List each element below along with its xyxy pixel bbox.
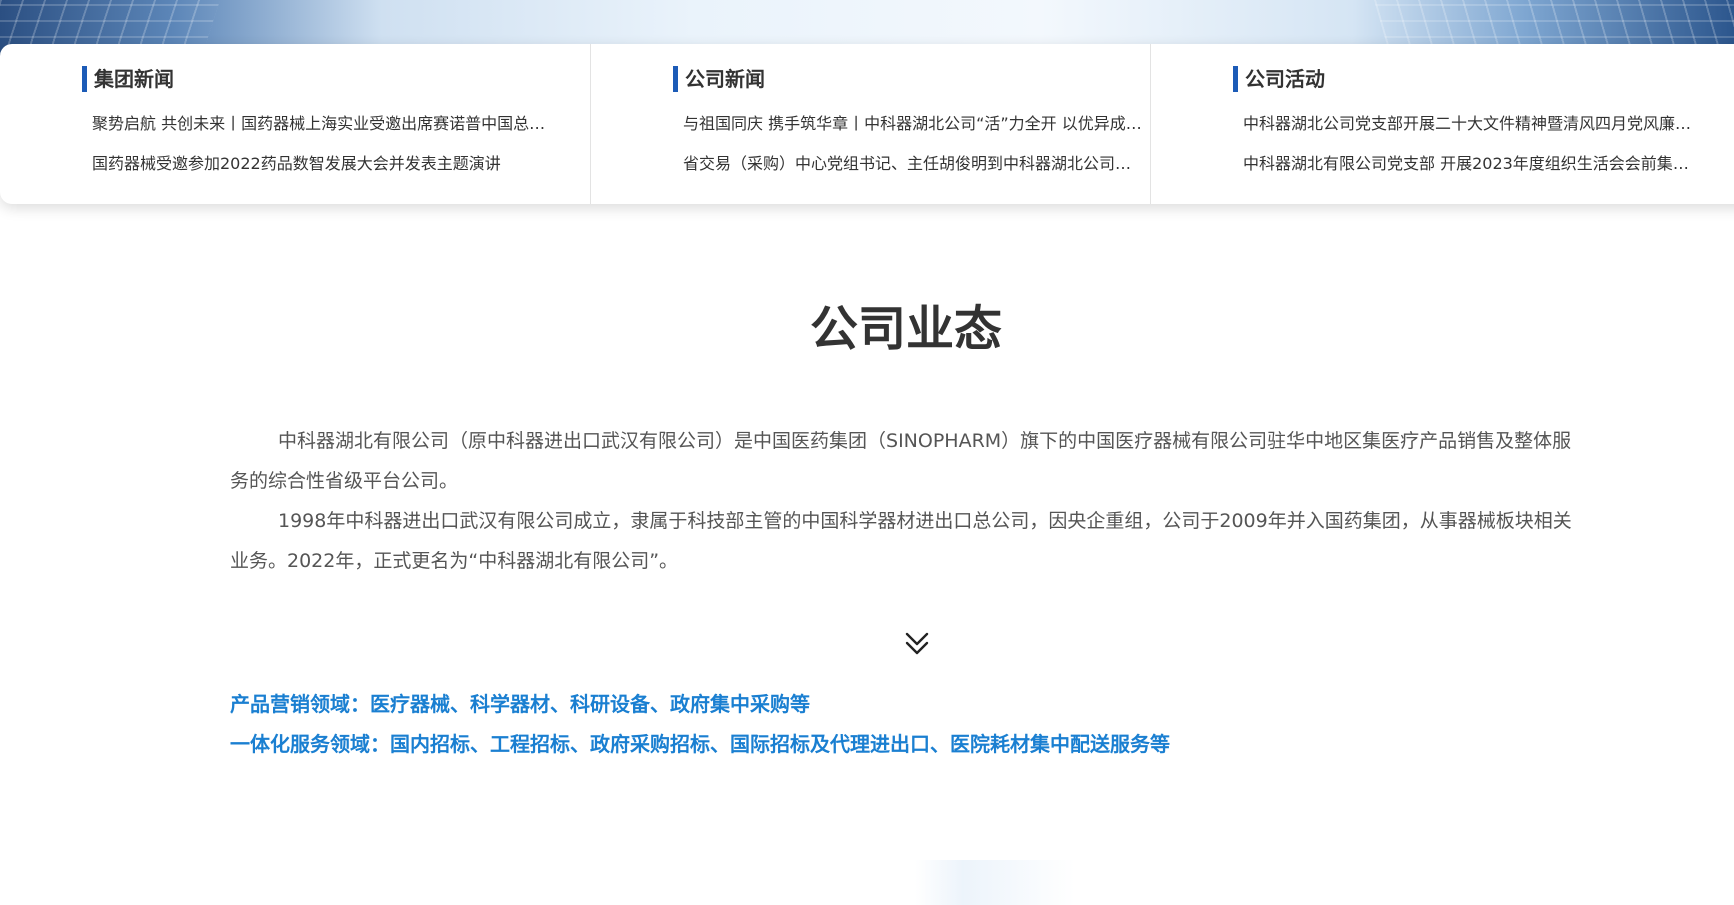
service-line-integrated: 一体化服务领域：国内招标、工程招标、政府采购招标、国际招标及代理进出口、医院耗材… xyxy=(230,732,1170,756)
news-link[interactable]: 省交易（采购）中心党组书记、主任胡俊明到中科器湖北公司调研指导 xyxy=(683,153,1143,175)
news-link[interactable]: 中科器湖北公司党支部开展二十大文件精神暨清风四月党风廉政警示教育 xyxy=(1243,113,1703,135)
page: 集团新闻 聚势启航 共创未来丨国药器械上海实业受邀出席赛诺普中国总部揭牌仪式 国… xyxy=(0,0,1734,905)
service-line-marketing: 产品营销领域：医疗器械、科学器材、科研设备、政府集中采购等 xyxy=(230,692,810,716)
title-accent-bar xyxy=(82,66,87,92)
intro-paragraph: 中科器湖北有限公司（原中科器进出口武汉有限公司）是中国医药集团（SINOPHAR… xyxy=(230,430,1572,492)
news-link[interactable]: 中科器湖北有限公司党支部 开展2023年度组织生活会会前集中学习 xyxy=(1243,153,1703,175)
bottom-decoration xyxy=(915,860,1075,905)
title-accent-bar xyxy=(673,66,678,92)
section-title: 公司业态 xyxy=(809,301,1002,357)
news-column-title-text: 集团新闻 xyxy=(94,67,174,91)
intro-paragraph: 1998年中科器进出口武汉有限公司成立，隶属于科技部主管的中国科学器材进出口总公… xyxy=(230,510,1572,572)
news-column-title[interactable]: 公司活动 xyxy=(1233,66,1325,92)
news-column-title-text: 公司新闻 xyxy=(685,67,765,91)
news-card: 集团新闻 聚势启航 共创未来丨国药器械上海实业受邀出席赛诺普中国总部揭牌仪式 国… xyxy=(0,44,1734,204)
news-column-title[interactable]: 集团新闻 xyxy=(82,66,174,92)
news-column-company-activities: 公司活动 中科器湖北公司党支部开展二十大文件精神暨清风四月党风廉政警示教育 中科… xyxy=(1151,44,1711,204)
double-chevron-down-icon[interactable] xyxy=(904,630,930,658)
news-column-company-news: 公司新闻 与祖国同庆 携手筑华章丨中科器湖北公司“活”力全开 以优异成绩迎国庆 … xyxy=(591,44,1151,204)
news-link[interactable]: 与祖国同庆 携手筑华章丨中科器湖北公司“活”力全开 以优异成绩迎国庆 xyxy=(683,113,1143,135)
news-link[interactable]: 聚势启航 共创未来丨国药器械上海实业受邀出席赛诺普中国总部揭牌仪式 xyxy=(92,113,552,135)
title-accent-bar xyxy=(1233,66,1238,92)
news-column-title[interactable]: 公司新闻 xyxy=(673,66,765,92)
news-column-group-news: 集团新闻 聚势启航 共创未来丨国药器械上海实业受邀出席赛诺普中国总部揭牌仪式 国… xyxy=(0,44,591,204)
company-intro: 中科器湖北有限公司（原中科器进出口武汉有限公司）是中国医药集团（SINOPHAR… xyxy=(230,421,1575,581)
news-column-title-text: 公司活动 xyxy=(1245,67,1325,91)
news-link[interactable]: 国药器械受邀参加2022药品数智发展大会并发表主题演讲 xyxy=(92,153,552,175)
